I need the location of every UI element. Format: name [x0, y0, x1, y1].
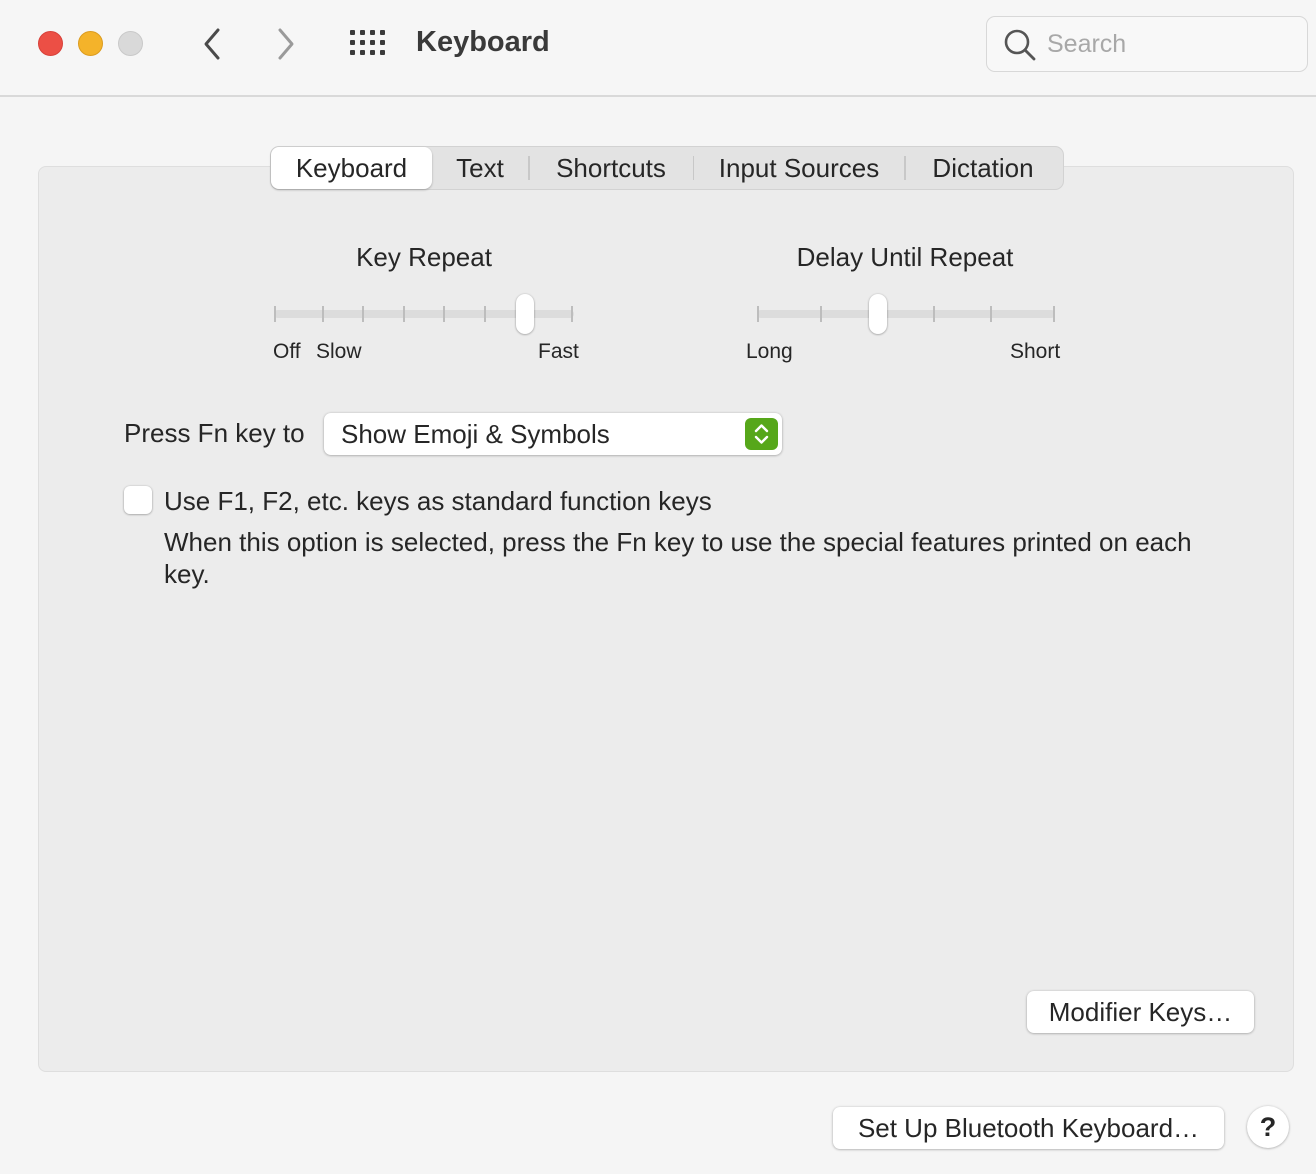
- fn-key-label: Press Fn key to: [124, 418, 305, 448]
- delay-until-repeat-slider-knob[interactable]: [869, 294, 887, 334]
- modifier-keys-button[interactable]: Modifier Keys…: [1027, 991, 1254, 1033]
- tab-shortcuts[interactable]: Shortcuts: [530, 147, 693, 189]
- function-keys-checkbox[interactable]: [124, 486, 152, 514]
- delay-until-repeat-title: Delay Until Repeat: [796, 242, 1014, 272]
- key-repeat-off-label: Off: [273, 340, 301, 363]
- zoom-window-button[interactable]: [118, 31, 143, 56]
- tab-keyboard[interactable]: Keyboard: [271, 147, 432, 189]
- minimize-window-button[interactable]: [78, 31, 103, 56]
- show-all-grid-icon[interactable]: [348, 28, 388, 60]
- chevron-left-icon: [204, 28, 220, 60]
- tab-bar: Keyboard Text Shortcuts Input Sources Di…: [270, 146, 1064, 190]
- forward-button[interactable]: [266, 24, 306, 64]
- settings-panel: [38, 166, 1294, 1072]
- help-button[interactable]: ?: [1247, 1106, 1289, 1148]
- fn-key-popup[interactable]: Show Emoji & Symbols: [324, 413, 782, 455]
- back-button[interactable]: [192, 24, 232, 64]
- function-keys-description: When this option is selected, press the …: [164, 527, 1192, 589]
- search-field[interactable]: [986, 16, 1308, 72]
- fn-key-popup-value: Show Emoji & Symbols: [341, 419, 610, 449]
- key-repeat-slider-knob[interactable]: [516, 294, 534, 334]
- window-title: Keyboard: [416, 26, 550, 58]
- key-repeat-title: Key Repeat: [356, 242, 492, 272]
- tab-text[interactable]: Text: [432, 147, 528, 189]
- popup-stepper-icon: [745, 418, 778, 450]
- delay-short-label: Short: [1010, 340, 1061, 363]
- bluetooth-keyboard-button[interactable]: Set Up Bluetooth Keyboard…: [833, 1107, 1224, 1149]
- title-bar: Keyboard: [0, 0, 1316, 97]
- tab-dictation[interactable]: Dictation: [906, 147, 1061, 189]
- delay-long-label: Long: [746, 340, 793, 363]
- search-icon: [1004, 29, 1036, 61]
- chevron-right-icon: [278, 28, 294, 60]
- key-repeat-fast-label: Fast: [538, 340, 579, 363]
- search-input[interactable]: [1047, 27, 1297, 61]
- close-window-button[interactable]: [38, 31, 63, 56]
- key-repeat-slow-label: Slow: [316, 340, 362, 363]
- function-keys-label[interactable]: Use F1, F2, etc. keys as standard functi…: [164, 486, 712, 517]
- tab-input-sources[interactable]: Input Sources: [694, 147, 904, 189]
